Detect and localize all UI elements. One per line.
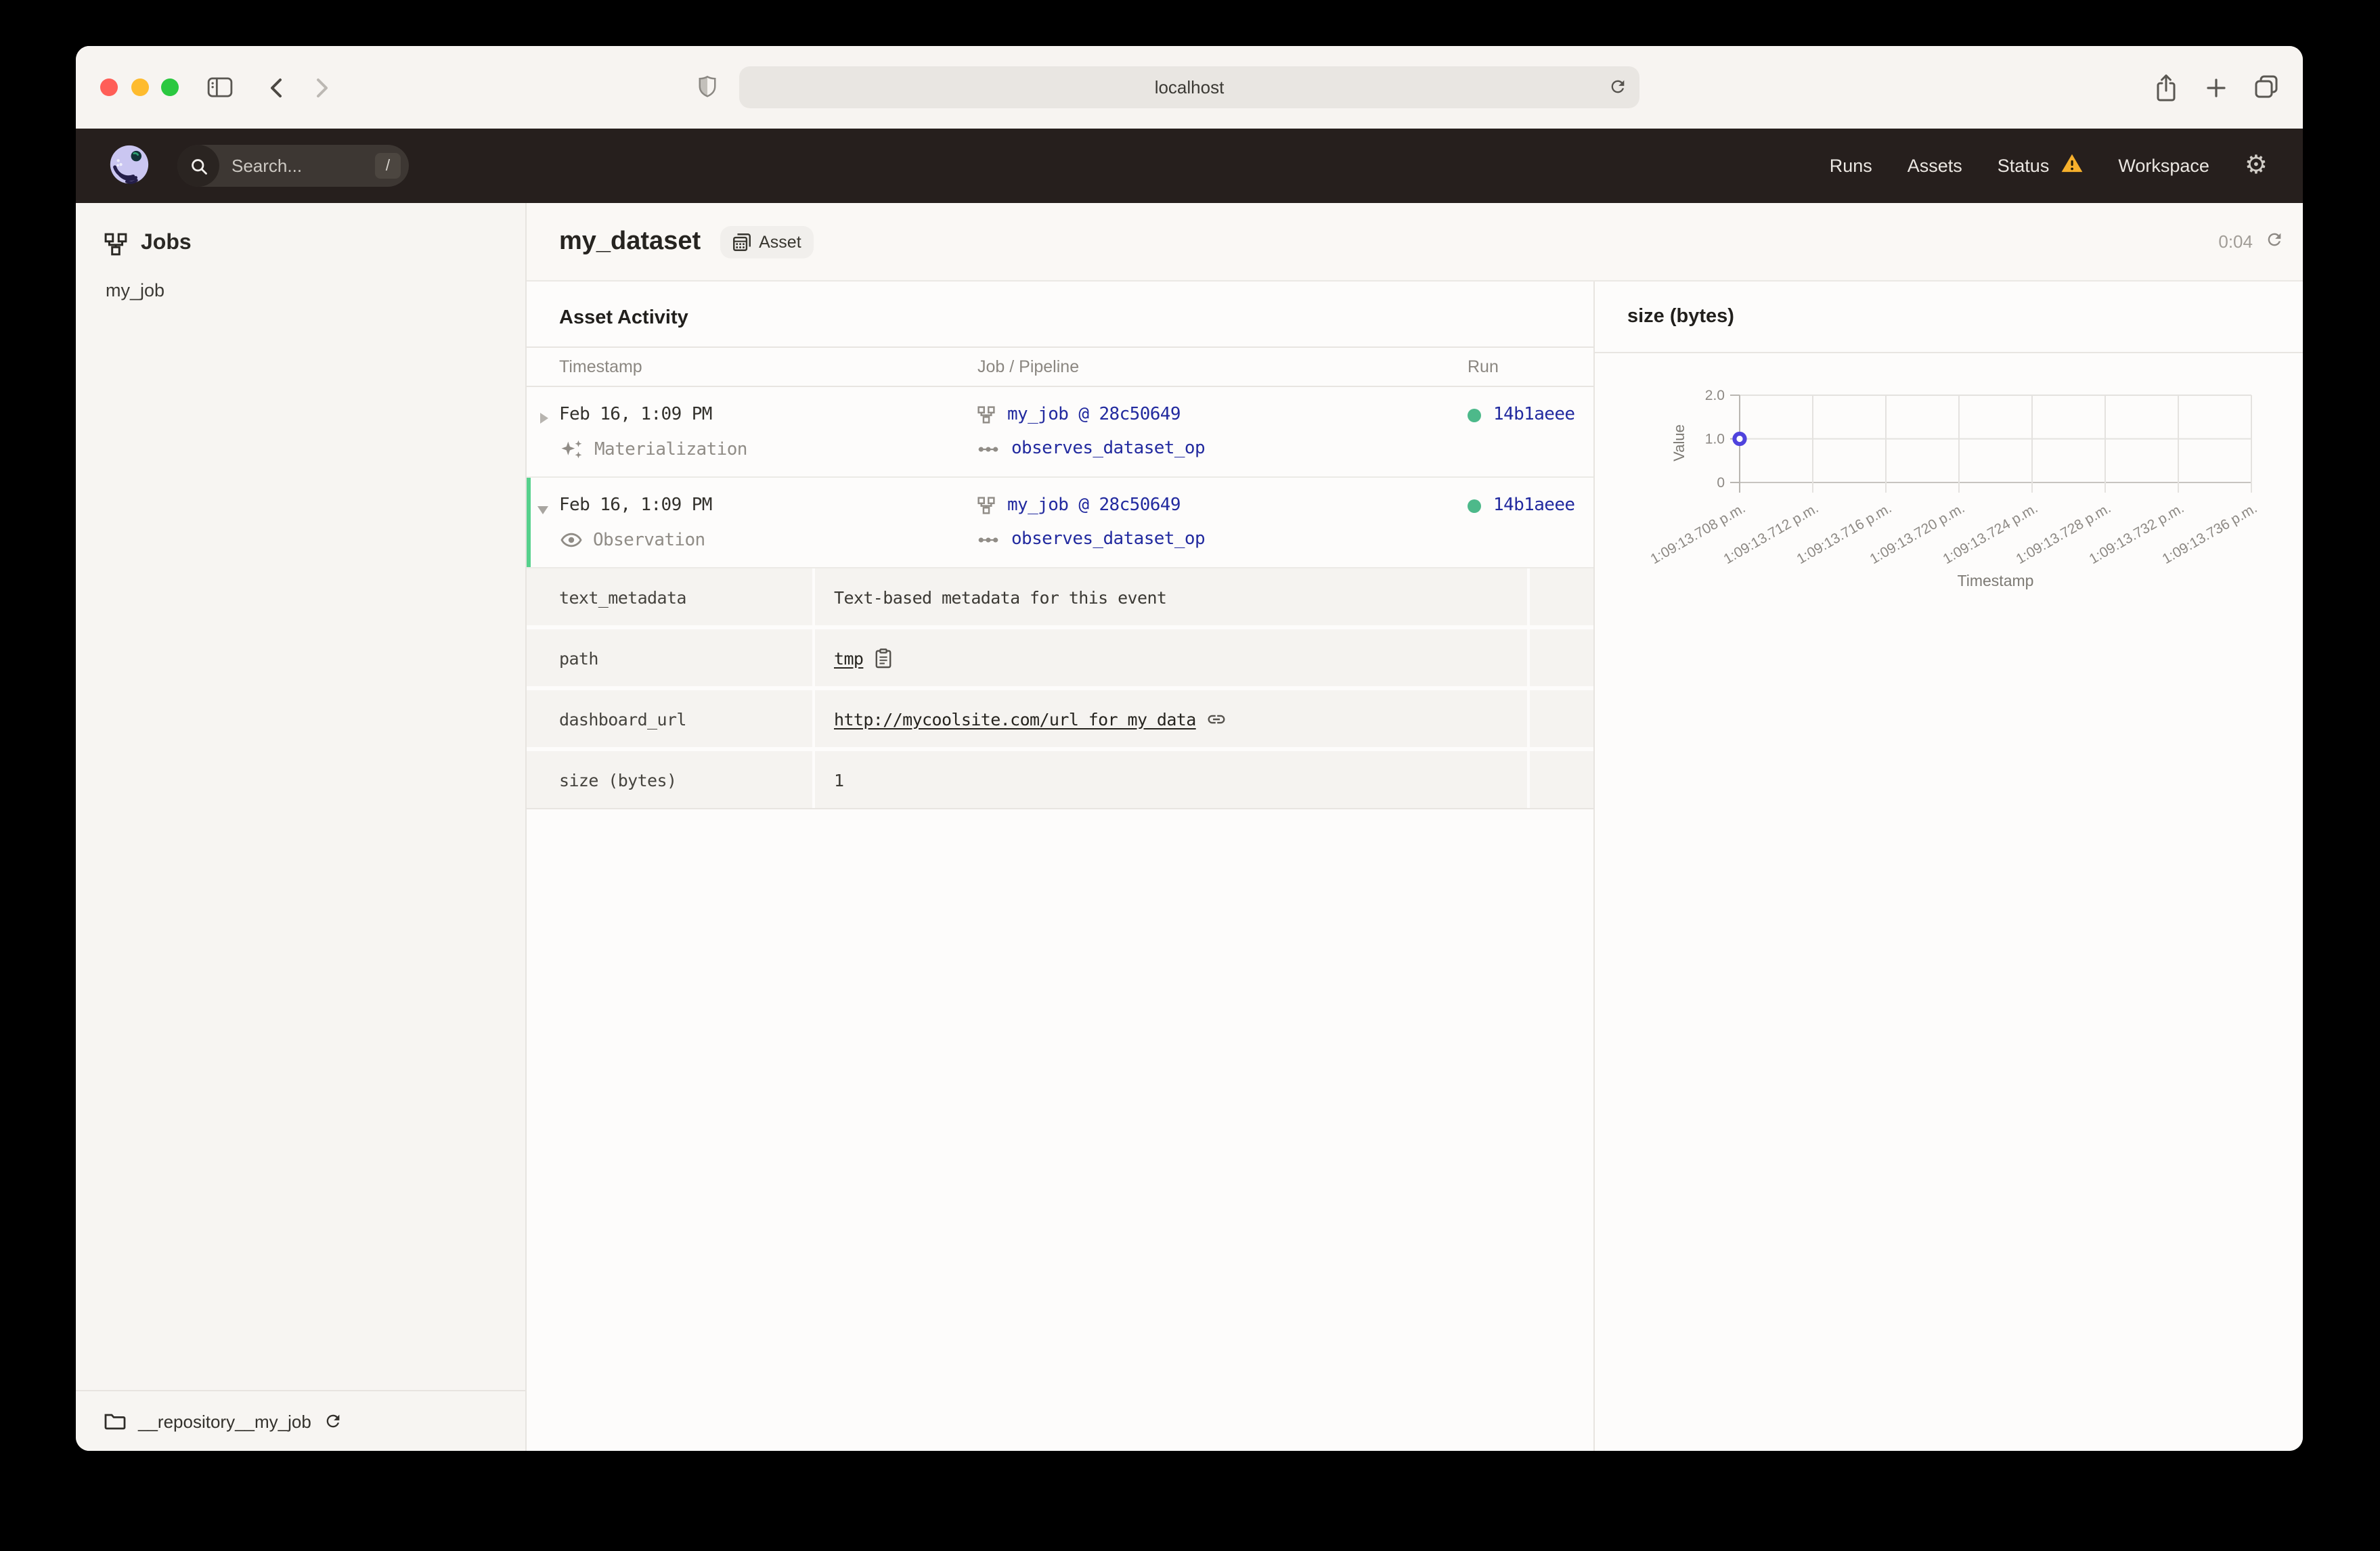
app-body: Jobs my_job __repository__my_job my_data… xyxy=(76,203,2303,1451)
timer-refresh-icon[interactable] xyxy=(2265,230,2284,253)
asset-activity-panel: Asset Activity Timestamp Job / Pipeline … xyxy=(527,282,1595,1451)
size-bytes-chart: 2.01.001:09:13.708 p.m.1:09:13.712 p.m.1… xyxy=(1648,388,2260,589)
metadata-value: Text-based metadata for this event xyxy=(834,587,1167,607)
metadata-row-dashboard-url: dashboard_url http://mycoolsite.com/url_… xyxy=(527,690,1593,747)
metadata-key: size (bytes) xyxy=(527,751,812,808)
repository-reload-icon[interactable] xyxy=(324,1412,343,1431)
event-type: Materialization xyxy=(559,439,956,460)
sidebar: Jobs my_job __repository__my_job xyxy=(76,203,527,1451)
event-timestamp: Feb 16, 1:09 PM xyxy=(559,405,712,425)
metadata-row-text-metadata: text_metadata Text-based metadata for th… xyxy=(527,568,1593,625)
nav-runs[interactable]: Runs xyxy=(1830,156,1872,176)
address-bar[interactable]: localhost xyxy=(739,66,1639,108)
refresh-timer: 0:04 xyxy=(2218,230,2284,253)
column-run: Run xyxy=(1468,357,1499,376)
page-title: my_dataset xyxy=(559,227,701,255)
share-icon[interactable] xyxy=(2154,73,2178,110)
metadata-key: dashboard_url xyxy=(527,690,812,747)
tab-overview-icon[interactable] xyxy=(2254,74,2278,106)
collapse-caret-icon[interactable] xyxy=(537,506,548,514)
search-icon xyxy=(177,145,219,187)
metadata-value: 1 xyxy=(834,769,844,790)
zoom-window-button[interactable] xyxy=(161,78,179,96)
jobs-graph-icon xyxy=(104,232,127,255)
chart-title: size (bytes) xyxy=(1595,282,2303,353)
new-tab-icon[interactable] xyxy=(2205,77,2227,106)
event-row-observation[interactable]: Feb 16, 1:09 PM Observation my_job @ 28c… xyxy=(527,478,1593,568)
path-link[interactable]: tmp xyxy=(834,648,864,668)
asset-activity-heading: Asset Activity xyxy=(559,307,688,329)
metadata-row-path: path tmp xyxy=(527,629,1593,686)
svg-text:2.0: 2.0 xyxy=(1705,388,1725,403)
sidebar-jobs-header: Jobs xyxy=(76,203,525,256)
observation-eye-icon xyxy=(560,529,582,551)
run-success-dot xyxy=(1468,499,1481,512)
browser-window: localhost Search... / Runs Assets Status… xyxy=(76,46,2303,1451)
metadata-key: path xyxy=(527,629,812,686)
repository-footer: __repository__my_job xyxy=(76,1390,525,1451)
job-link[interactable]: my_job @ 28c50649 xyxy=(1007,405,1181,425)
copy-clipboard-icon[interactable] xyxy=(874,648,891,668)
repository-label: __repository__my_job xyxy=(138,1411,311,1431)
column-job-pipeline: Job / Pipeline xyxy=(977,357,1080,376)
settings-gear-icon[interactable]: ⚙ xyxy=(2245,153,2268,179)
job-link[interactable]: my_job @ 28c50649 xyxy=(1007,495,1181,516)
external-link-icon[interactable] xyxy=(1207,709,1227,729)
svg-text:Value: Value xyxy=(1671,424,1688,462)
metadata-key: text_metadata xyxy=(527,568,812,625)
top-nav: Runs Assets Status Workspace ⚙ xyxy=(1830,129,2303,203)
nav-assets[interactable]: Assets xyxy=(1908,156,1962,176)
dashboard-url-link[interactable]: http://mycoolsite.com/url_for_my_data xyxy=(834,709,1196,729)
column-timestamp: Timestamp xyxy=(559,357,642,376)
event-row-materialization[interactable]: Feb 16, 1:09 PM Materialization my_job @… xyxy=(527,387,1593,478)
op-link[interactable]: observes_dataset_op xyxy=(1011,439,1206,459)
sidebar-item-my-job[interactable]: my_job xyxy=(76,256,525,300)
svg-text:1.0: 1.0 xyxy=(1705,432,1725,447)
run-link[interactable]: 14b1aeee xyxy=(1493,495,1575,516)
activity-table-header: Timestamp Job / Pipeline Run xyxy=(527,346,1593,387)
materialization-sparkle-icon xyxy=(560,439,583,460)
asset-table-icon xyxy=(732,232,751,251)
metadata-row-size-bytes: size (bytes) 1 xyxy=(527,751,1593,808)
reload-icon[interactable] xyxy=(1608,77,1627,103)
expand-caret-icon[interactable] xyxy=(540,413,548,424)
content-body: Asset Activity Timestamp Job / Pipeline … xyxy=(527,282,2303,1451)
search-input[interactable]: Search... / xyxy=(177,145,409,187)
asset-badge: Asset xyxy=(720,225,814,258)
run-success-dot xyxy=(1468,408,1481,422)
nav-workspace[interactable]: Workspace xyxy=(2118,156,2209,176)
warning-icon xyxy=(2060,152,2083,179)
event-type: Observation xyxy=(559,529,956,551)
metadata-plots-panel: size (bytes) 2.0 1.0 0 1:09:13.708 p.m. 1:09… xyxy=(1595,282,2303,1451)
job-graph-icon xyxy=(977,497,995,514)
svg-text:Timestamp: Timestamp xyxy=(1958,572,2034,589)
privacy-shield-icon[interactable] xyxy=(697,74,718,106)
run-link[interactable]: 14b1aeee xyxy=(1493,405,1575,425)
job-graph-icon xyxy=(977,406,995,424)
op-icon xyxy=(977,443,999,454)
back-icon[interactable] xyxy=(267,77,286,106)
desktop: localhost Search... / Runs Assets Status… xyxy=(0,0,2380,1551)
sidebar-toggle-icon[interactable] xyxy=(207,77,233,104)
timer-value: 0:04 xyxy=(2218,231,2253,252)
forward-icon[interactable] xyxy=(313,77,332,106)
app-header: Search... / Runs Assets Status Workspace… xyxy=(76,129,2303,203)
event-timestamp: Feb 16, 1:09 PM xyxy=(559,495,712,516)
op-link[interactable]: observes_dataset_op xyxy=(1011,529,1206,549)
browser-toolbar: localhost xyxy=(76,46,2303,129)
dagster-logo-icon[interactable] xyxy=(107,143,152,195)
search-placeholder: Search... xyxy=(232,156,303,176)
svg-text:0: 0 xyxy=(1717,475,1725,491)
content: my_dataset Asset 0:04 Asset Activity Tim… xyxy=(527,203,2303,1451)
search-shortcut-badge: / xyxy=(375,153,401,179)
close-window-button[interactable] xyxy=(100,78,118,96)
minimize-window-button[interactable] xyxy=(131,78,149,96)
folder-icon xyxy=(104,1412,126,1431)
op-icon xyxy=(977,534,999,545)
title-band: my_dataset Asset 0:04 xyxy=(527,203,2303,282)
event-metadata-table: text_metadata Text-based metadata for th… xyxy=(527,568,1593,809)
url-text: localhost xyxy=(1154,77,1225,97)
nav-status[interactable]: Status xyxy=(1998,152,2084,179)
